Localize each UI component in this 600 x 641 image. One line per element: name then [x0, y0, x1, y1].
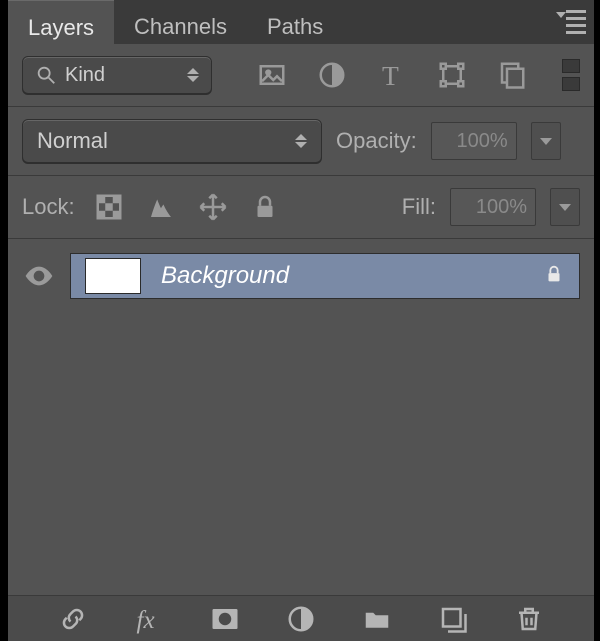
new-layer-button[interactable]: [436, 602, 470, 636]
add-mask-button[interactable]: [208, 602, 242, 636]
new-group-button[interactable]: [360, 602, 394, 636]
panel-footer: fx: [8, 595, 594, 641]
svg-text:T: T: [382, 60, 399, 90]
delete-layer-button[interactable]: [512, 602, 546, 636]
filter-icons: T: [256, 59, 528, 91]
opacity-label: Opacity:: [336, 128, 417, 154]
search-icon: [35, 64, 57, 86]
lock-position-icon[interactable]: [197, 191, 229, 223]
blend-mode-select[interactable]: Normal: [22, 119, 322, 163]
layer-item[interactable]: Background: [70, 253, 580, 299]
lock-label: Lock:: [22, 194, 75, 220]
layer-thumbnail[interactable]: [85, 258, 141, 294]
panel-menu-button[interactable]: [558, 8, 586, 32]
layers-list-area: Background: [8, 239, 594, 303]
panel-tabs: Layers Channels Paths: [8, 0, 594, 44]
svg-text:fx: fx: [137, 606, 155, 633]
layers-panel: Layers Channels Paths Kind T: [8, 0, 594, 641]
filter-pixel-icon[interactable]: [256, 59, 288, 91]
filter-adjustment-icon[interactable]: [316, 59, 348, 91]
filter-type-select[interactable]: Kind: [22, 56, 212, 94]
filter-row: Kind T: [8, 44, 594, 107]
lock-image-icon[interactable]: [145, 191, 177, 223]
blend-row: Normal Opacity: 100%: [8, 107, 594, 176]
filter-smartobject-icon[interactable]: [496, 59, 528, 91]
filter-shape-icon[interactable]: [436, 59, 468, 91]
fill-value[interactable]: 100%: [450, 188, 536, 226]
lock-transparency-icon[interactable]: [93, 191, 125, 223]
layer-effects-button[interactable]: fx: [132, 602, 166, 636]
new-adjustment-layer-button[interactable]: [284, 602, 318, 636]
fill-dropdown[interactable]: [550, 188, 580, 226]
link-layers-button[interactable]: [56, 602, 90, 636]
opacity-dropdown[interactable]: [531, 122, 561, 160]
blend-mode-label: Normal: [37, 128, 108, 154]
lock-icons: [93, 191, 281, 223]
filter-type-layer-icon[interactable]: T: [376, 59, 408, 91]
tab-channels[interactable]: Channels: [114, 0, 247, 44]
opacity-value[interactable]: 100%: [431, 122, 517, 160]
filter-toggle[interactable]: [562, 59, 580, 91]
layer-lock-icon: [543, 263, 565, 290]
filter-type-label: Kind: [57, 64, 187, 87]
visibility-toggle[interactable]: [22, 259, 56, 293]
lock-all-icon[interactable]: [249, 191, 281, 223]
blend-stepper-icon: [295, 134, 307, 148]
fill-label: Fill:: [402, 194, 436, 220]
layer-name[interactable]: Background: [161, 262, 523, 290]
panel-body: Kind T Normal Opacity: 100% Loc: [8, 44, 594, 595]
tab-layers[interactable]: Layers: [8, 0, 114, 44]
menu-lines-icon: [566, 10, 586, 34]
filter-stepper-icon: [187, 68, 199, 82]
lock-row: Lock: Fill: 100%: [8, 176, 594, 239]
tab-paths[interactable]: Paths: [247, 0, 343, 44]
layer-row[interactable]: Background: [8, 249, 594, 303]
menu-triangle-icon: [556, 12, 566, 18]
